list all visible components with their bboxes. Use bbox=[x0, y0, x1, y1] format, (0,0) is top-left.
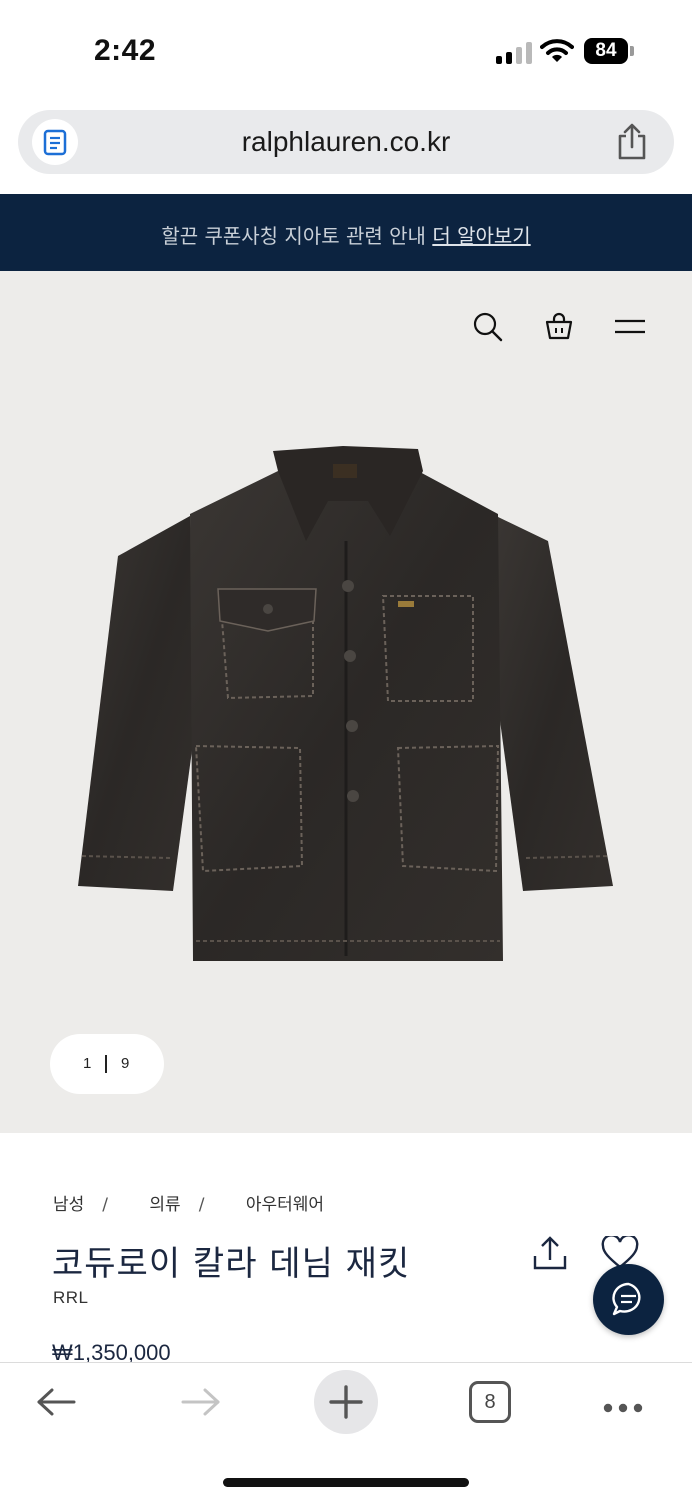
more-icon[interactable] bbox=[603, 1398, 643, 1417]
search-icon[interactable] bbox=[472, 311, 504, 347]
signal-icon bbox=[496, 40, 532, 64]
chat-button[interactable] bbox=[593, 1264, 664, 1335]
menu-icon[interactable] bbox=[614, 317, 646, 341]
battery-level: 84 bbox=[584, 38, 628, 64]
product-title: 코듀로이 칼라 데님 재킷 bbox=[52, 1244, 411, 1284]
product-brand: RRL bbox=[53, 1288, 89, 1307]
image-pager[interactable]: 1 9 bbox=[50, 1034, 164, 1094]
pager-separator bbox=[105, 1055, 107, 1073]
breadcrumb-item-outerwear[interactable]: 아우터웨어 bbox=[246, 1195, 324, 1215]
share-icon[interactable] bbox=[614, 122, 650, 162]
product-gallery[interactable]: 1 9 bbox=[0, 271, 692, 1133]
new-tab-button[interactable] bbox=[314, 1370, 378, 1434]
pager-current: 1 bbox=[83, 1055, 92, 1072]
breadcrumb-item-clothing[interactable]: 의류 bbox=[149, 1195, 180, 1215]
announcement-banner: 할끈 쿠폰사칭 지아토 관련 안내 더 알아보기 bbox=[0, 194, 692, 271]
breadcrumb: 남성 / 의류 / 아우터웨어 bbox=[53, 1195, 325, 1215]
banner-message: 할끈 쿠폰사칭 지아토 관련 안내 bbox=[161, 224, 426, 248]
product-share-icon[interactable] bbox=[531, 1234, 569, 1272]
back-arrow-icon[interactable] bbox=[36, 1387, 76, 1421]
home-indicator bbox=[223, 1478, 469, 1487]
plus-icon bbox=[329, 1385, 363, 1419]
banner-text: 할끈 쿠폰사칭 지아토 관련 안내 더 알아보기 bbox=[0, 220, 692, 249]
pager-total: 9 bbox=[121, 1055, 130, 1072]
product-image[interactable] bbox=[78, 446, 618, 961]
breadcrumb-item-men[interactable]: 남성 bbox=[53, 1195, 84, 1215]
shopping-bag-icon[interactable] bbox=[544, 311, 574, 345]
address-bar[interactable]: ralphlauren.co.kr bbox=[18, 110, 674, 174]
banner-learn-more-link[interactable]: 더 알아보기 bbox=[432, 224, 530, 248]
wifi-icon bbox=[540, 38, 574, 64]
url-text[interactable]: ralphlauren.co.kr bbox=[18, 126, 674, 158]
battery-icon: 84 bbox=[584, 38, 634, 64]
chat-bubble-icon bbox=[612, 1282, 641, 1316]
tabs-icon[interactable]: 8 bbox=[469, 1381, 511, 1423]
status-bar: 2:42 84 bbox=[0, 0, 692, 100]
forward-arrow-icon[interactable] bbox=[181, 1387, 221, 1421]
status-time: 2:42 bbox=[94, 34, 157, 67]
